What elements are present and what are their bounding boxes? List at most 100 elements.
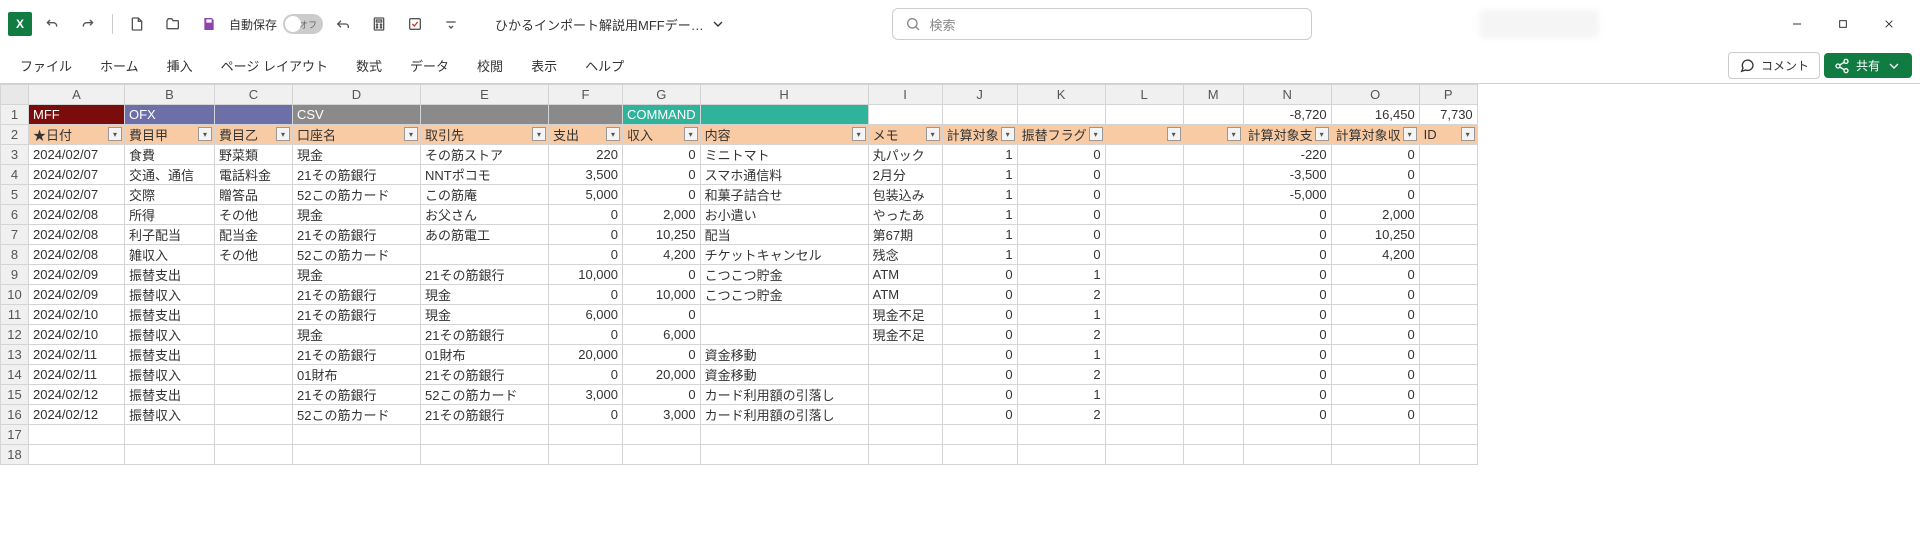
cell-L9[interactable] [1105,265,1183,285]
col-header-M[interactable]: M [1183,85,1243,105]
cell-J18[interactable] [942,445,1017,465]
row-header[interactable]: 7 [1,225,29,245]
close-button[interactable] [1866,8,1912,40]
row-header[interactable]: 4 [1,165,29,185]
cell-C15[interactable] [215,385,293,405]
cell-J6[interactable]: 1 [942,205,1017,225]
cell-E18[interactable] [421,445,549,465]
col-header-F[interactable]: F [549,85,623,105]
cell-I12[interactable]: 現金不足 [868,325,942,345]
cell-I14[interactable] [868,365,942,385]
col-header-E[interactable]: E [421,85,549,105]
cell-D1[interactable]: CSV [293,105,421,125]
cell-G6[interactable]: 2,000 [623,205,701,225]
cell-L1[interactable] [1105,105,1183,125]
cell-L17[interactable] [1105,425,1183,445]
cell-K3[interactable]: 0 [1017,145,1105,165]
cell-H11[interactable] [700,305,868,325]
cell-F11[interactable]: 6,000 [549,305,623,325]
save-button[interactable] [193,8,225,40]
cell-B16[interactable]: 振替収入 [125,405,215,425]
calculator-icon[interactable] [363,8,395,40]
filter-dropdown-icon[interactable]: ▾ [684,127,698,141]
filter-dropdown-icon[interactable]: ▾ [198,127,212,141]
cell-P16[interactable] [1419,405,1477,425]
row-header[interactable]: 15 [1,385,29,405]
cell-B17[interactable] [125,425,215,445]
cell-B8[interactable]: 雑収入 [125,245,215,265]
spreadsheet-grid[interactable]: ABCDEFGHIJKLMNOP1MFFOFXCSVCOMMAND-8,7201… [0,84,1920,465]
cell-F9[interactable]: 10,000 [549,265,623,285]
cell-F13[interactable]: 20,000 [549,345,623,365]
col-header-O[interactable]: O [1331,85,1419,105]
col-header-P[interactable]: P [1419,85,1477,105]
filter-dropdown-icon[interactable]: ▾ [926,127,940,141]
cell-L10[interactable] [1105,285,1183,305]
row-header[interactable]: 18 [1,445,29,465]
ribbon-tab-3[interactable]: ページ レイアウト [209,50,340,81]
cell-I7[interactable]: 第67期 [868,225,942,245]
cell-C18[interactable] [215,445,293,465]
filter-dropdown-icon[interactable]: ▾ [852,127,866,141]
cell-I4[interactable]: 2月分 [868,165,942,185]
cell-G15[interactable]: 0 [623,385,701,405]
field-header-E[interactable]: 取引先▾ [421,125,549,145]
cell-L18[interactable] [1105,445,1183,465]
cell-E7[interactable]: あの筋電工 [421,225,549,245]
cell-N1[interactable]: -8,720 [1243,105,1331,125]
cell-J1[interactable] [942,105,1017,125]
cell-B15[interactable]: 振替支出 [125,385,215,405]
cell-N17[interactable] [1243,425,1331,445]
cell-D9[interactable]: 現金 [293,265,421,285]
cell-H18[interactable] [700,445,868,465]
cell-O13[interactable]: 0 [1331,345,1419,365]
cell-M3[interactable] [1183,145,1243,165]
cell-H12[interactable] [700,325,868,345]
cell-H4[interactable]: スマホ通信料 [700,165,868,185]
cell-G8[interactable]: 4,200 [623,245,701,265]
cell-E16[interactable]: 21その筋銀行 [421,405,549,425]
share-button[interactable]: 共有 [1824,53,1912,78]
cell-M14[interactable] [1183,365,1243,385]
col-header-D[interactable]: D [293,85,421,105]
cell-D3[interactable]: 現金 [293,145,421,165]
cell-B12[interactable]: 振替収入 [125,325,215,345]
cell-J10[interactable]: 0 [942,285,1017,305]
cell-O9[interactable]: 0 [1331,265,1419,285]
cell-P10[interactable] [1419,285,1477,305]
field-header-M[interactable]: ▾ [1183,125,1243,145]
cell-A17[interactable] [29,425,125,445]
cell-D8[interactable]: 52この筋カード [293,245,421,265]
cell-P12[interactable] [1419,325,1477,345]
cell-P11[interactable] [1419,305,1477,325]
cell-K6[interactable]: 0 [1017,205,1105,225]
cell-M6[interactable] [1183,205,1243,225]
cell-N6[interactable]: 0 [1243,205,1331,225]
cell-F10[interactable]: 0 [549,285,623,305]
cell-A5[interactable]: 2024/02/07 [29,185,125,205]
filter-dropdown-icon[interactable]: ▾ [108,127,122,141]
cell-A6[interactable]: 2024/02/08 [29,205,125,225]
row-header[interactable]: 5 [1,185,29,205]
cell-N14[interactable]: 0 [1243,365,1331,385]
cell-O16[interactable]: 0 [1331,405,1419,425]
cell-J9[interactable]: 0 [942,265,1017,285]
toggle-switch[interactable]: オフ [283,14,323,34]
customize-qat-icon[interactable] [435,8,467,40]
row-header[interactable]: 9 [1,265,29,285]
row-header[interactable]: 3 [1,145,29,165]
cell-B14[interactable]: 振替収入 [125,365,215,385]
cell-E9[interactable]: 21その筋銀行 [421,265,549,285]
cell-G14[interactable]: 20,000 [623,365,701,385]
cell-A16[interactable]: 2024/02/12 [29,405,125,425]
cell-C9[interactable] [215,265,293,285]
cell-I11[interactable]: 現金不足 [868,305,942,325]
cell-F15[interactable]: 3,000 [549,385,623,405]
row-header[interactable]: 8 [1,245,29,265]
cell-A3[interactable]: 2024/02/07 [29,145,125,165]
cell-H15[interactable]: カード利用額の引落し [700,385,868,405]
cell-H5[interactable]: 和菓子詰合せ [700,185,868,205]
row-header[interactable]: 6 [1,205,29,225]
cell-F14[interactable]: 0 [549,365,623,385]
col-header-G[interactable]: G [623,85,701,105]
